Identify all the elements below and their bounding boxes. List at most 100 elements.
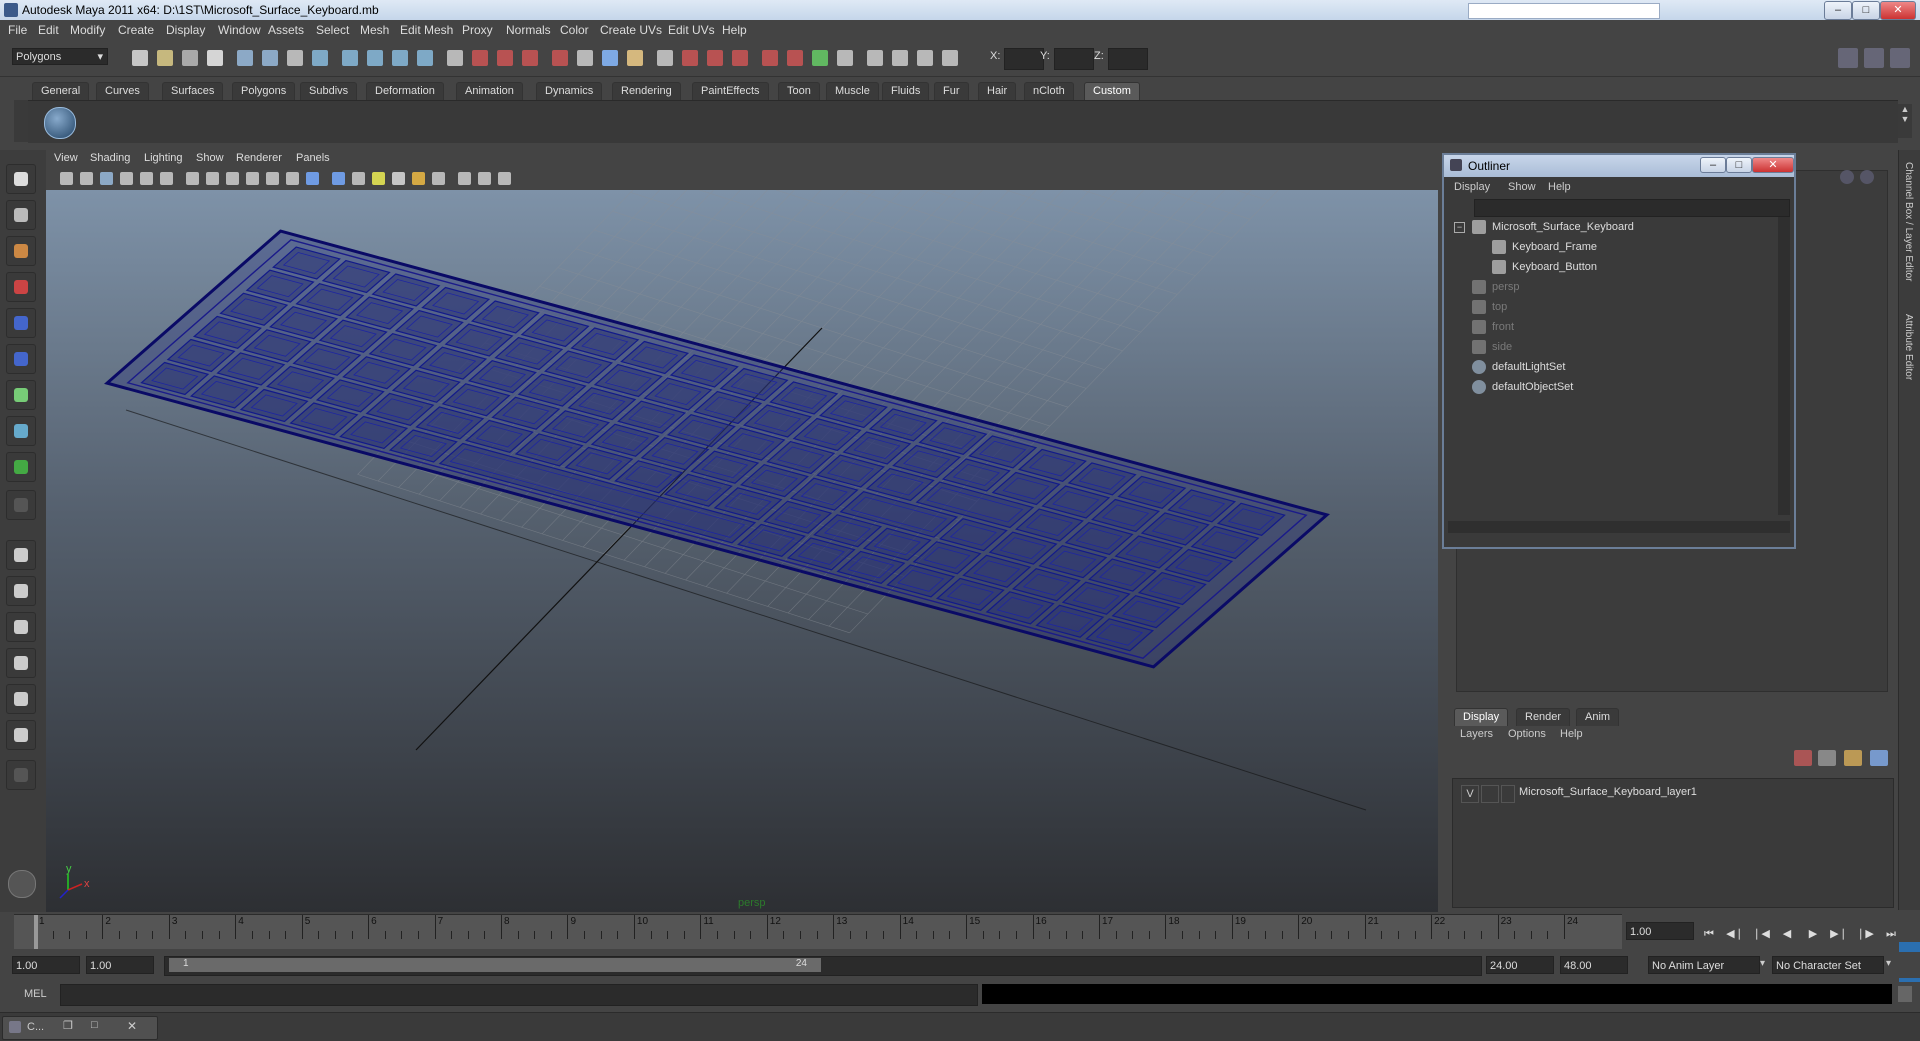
history-icon[interactable] (447, 50, 463, 66)
layer-visibility-toggle[interactable]: V (1461, 785, 1479, 803)
perspective-viewport[interactable]: persp y x (46, 190, 1438, 912)
select-hierarchy-icon[interactable] (207, 50, 223, 66)
mirror-icon[interactable] (812, 50, 828, 66)
shelf-tab-fluids[interactable]: Fluids (882, 82, 930, 100)
shelf-tab-general[interactable]: General (32, 82, 90, 100)
current-time-indicator[interactable] (34, 915, 38, 949)
open-scene-icon[interactable] (157, 50, 173, 66)
range-slider[interactable]: 1 24 (164, 956, 1482, 976)
shadows-icon[interactable] (392, 172, 405, 185)
menu-normals[interactable]: Normals (506, 23, 551, 37)
maximize-small-icon[interactable]: □ (91, 1019, 98, 1031)
input-output-icon[interactable] (552, 50, 568, 66)
shelf-tab-curves[interactable]: Curves (96, 82, 149, 100)
outliner-minimize-icon[interactable]: – (1700, 157, 1726, 173)
range-slider-handle[interactable]: 1 24 (169, 958, 821, 972)
collapse-icon[interactable]: − (1454, 222, 1465, 233)
xray-icon[interactable] (458, 172, 471, 185)
layer-tab-render[interactable]: Render (1516, 708, 1571, 726)
shelf-tab-surfaces[interactable]: Surfaces (162, 82, 224, 100)
shelf-scroll-icon[interactable]: ▲ ▼ (1898, 104, 1912, 138)
save-scene-icon[interactable] (182, 50, 198, 66)
outliner-vertical-scrollbar[interactable] (1778, 217, 1790, 515)
script-editor-icon[interactable] (1898, 986, 1912, 1002)
soft-select-icon[interactable] (682, 50, 698, 66)
outliner-maximize-icon[interactable]: □ (1726, 157, 1752, 173)
side-tab-attribute-editor[interactable]: Attribute Editor (1903, 314, 1914, 380)
snap-point-icon[interactable] (367, 50, 383, 66)
lock-selection-icon[interactable] (287, 50, 303, 66)
render-view-icon[interactable] (837, 50, 853, 66)
layer-menu-help[interactable]: Help (1560, 728, 1583, 740)
outliner-close-icon[interactable]: ✕ (1752, 157, 1794, 173)
layer-tab-anim[interactable]: Anim (1576, 708, 1620, 726)
shelf-tab-ncloth[interactable]: nCloth (1024, 82, 1074, 100)
close-small-icon[interactable]: ✕ (127, 1019, 137, 1033)
anim-layer-select[interactable]: No Anim Layer (1648, 956, 1760, 974)
select-component-icon[interactable] (262, 50, 278, 66)
xray-joints-icon[interactable] (478, 172, 491, 185)
outliner-horizontal-scrollbar[interactable] (1448, 521, 1790, 533)
image-plane-icon[interactable] (120, 172, 133, 185)
minimized-window[interactable]: C... ❐ □ ✕ (2, 1016, 158, 1040)
outliner-menu-show[interactable]: Show (1508, 181, 1536, 193)
outliner-filter-input[interactable] (1474, 199, 1790, 217)
shelf-tab-dynamics[interactable]: Dynamics (536, 82, 603, 100)
outliner-titlebar[interactable]: Outliner – □ ✕ (1444, 155, 1794, 177)
menu-help[interactable]: Help (722, 23, 747, 37)
shelf-tab-rendering[interactable]: Rendering (612, 82, 681, 100)
time-slider[interactable]: 1 2 3 4 5 6 7 8 9 10 11 12 13 14 15 16 17 18 19 20 21 22 23 24 (14, 914, 1622, 949)
go-to-end-icon[interactable]: ⏭ (1880, 926, 1902, 942)
shelf-tab-hair[interactable]: Hair (978, 82, 1017, 100)
new-layer-icon[interactable] (1794, 750, 1812, 766)
batch-render-icon[interactable] (867, 50, 883, 66)
menu-display[interactable]: Display (166, 23, 205, 37)
menu-file[interactable]: File (8, 23, 27, 37)
panel-layout-icon[interactable] (1838, 48, 1858, 68)
outliner-item[interactable]: − Microsoft_Surface_Keyboard (1448, 217, 1778, 237)
shelf-tab-subdivs[interactable]: Subdivs (300, 82, 358, 100)
y-field[interactable] (1054, 48, 1094, 70)
ipr-render-icon[interactable] (497, 50, 513, 66)
uv-editor-icon[interactable] (942, 50, 958, 66)
outliner-item[interactable]: Keyboard_Button (1448, 257, 1778, 277)
viewport-menu-lighting[interactable]: Lighting (144, 152, 183, 164)
safe-title-icon[interactable] (266, 172, 279, 185)
viewport-menu-view[interactable]: View (54, 152, 78, 164)
textured-icon[interactable] (352, 172, 365, 185)
layer-color-swatch[interactable] (1501, 785, 1515, 803)
safe-action-icon[interactable] (246, 172, 259, 185)
layer-settings-icon[interactable] (1870, 750, 1888, 766)
animation-end-field[interactable]: 48.00 (1560, 956, 1628, 974)
x-field[interactable] (1004, 48, 1044, 70)
shelf-tab-animation[interactable]: Animation (456, 82, 523, 100)
minimize-icon[interactable]: – (1824, 1, 1852, 20)
outliner-item[interactable]: Keyboard_Frame (1448, 237, 1778, 257)
shelf-tab-deformation[interactable]: Deformation (366, 82, 444, 100)
command-input[interactable] (60, 984, 978, 1006)
channel-box-toggle-icon[interactable] (1864, 48, 1884, 68)
use-all-lights-icon[interactable] (372, 172, 385, 185)
isolate-select-icon[interactable] (432, 172, 445, 185)
channel-box-icon[interactable] (1840, 170, 1854, 184)
select-object-icon[interactable] (237, 50, 253, 66)
shelf-tab-custom[interactable]: Custom (1084, 82, 1140, 100)
film-gate-icon[interactable] (160, 172, 173, 185)
wireframe-icon[interactable] (286, 172, 299, 185)
outliner-window[interactable]: Outliner – □ ✕ Display Show Help − Micros… (1442, 153, 1796, 549)
shelf-tab-polygons[interactable]: Polygons (232, 82, 296, 100)
outliner-menu-help[interactable]: Help (1548, 181, 1571, 193)
attribute-editor-toggle-icon[interactable] (1890, 48, 1910, 68)
shelf-tab-muscle[interactable]: Muscle (826, 82, 879, 100)
outliner-item[interactable]: defaultObjectSet (1448, 377, 1778, 397)
resolution-gate-icon[interactable] (186, 172, 199, 185)
viewport-menu-shading[interactable]: Shading (90, 152, 130, 164)
shelf-tab-fur[interactable]: Fur (934, 82, 969, 100)
keyboard-wireframe-mesh[interactable] (104, 229, 1330, 669)
side-tab-channel-box[interactable]: Channel Box / Layer Editor (1903, 162, 1914, 282)
layer-move-icon[interactable] (1844, 750, 1862, 766)
playback-end-field[interactable]: 24.00 (1486, 956, 1554, 974)
checkmark-icon[interactable] (44, 107, 76, 139)
layer-display-type-toggle[interactable] (1481, 785, 1499, 803)
layer-menu-options[interactable]: Options (1508, 728, 1546, 740)
